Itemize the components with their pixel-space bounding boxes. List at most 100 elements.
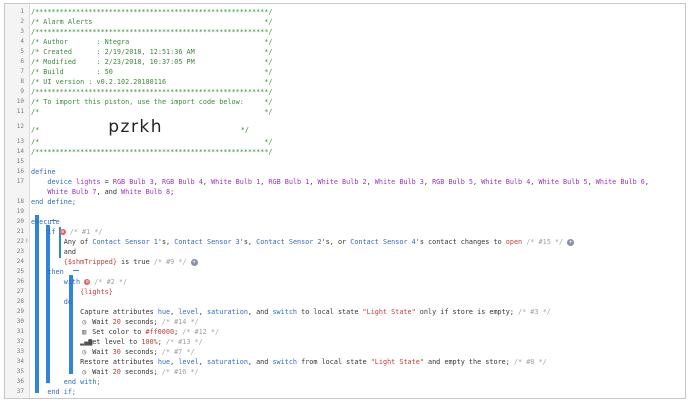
code-token: device (47, 178, 77, 186)
code-token: /* Created : 2/19/2018, 12:51:36 AM */ (31, 48, 273, 56)
line-number: 16 (16, 168, 24, 175)
code-line: {$shmTripped} is true /* #9 */ + (31, 257, 685, 267)
code-token: 's contact changes to (415, 238, 506, 246)
code-token: /***************************************… (31, 148, 273, 156)
code-token: Restore attributes (31, 358, 158, 366)
plus-circle-icon[interactable]: + (567, 238, 575, 246)
code-token: end with; (63, 378, 101, 386)
code-token: , (587, 178, 596, 186)
code-token: saturation (206, 358, 248, 366)
code-token: /* #2 */ (90, 278, 128, 286)
line-number (5, 187, 24, 197)
code-token: 's, (239, 238, 257, 246)
line-number: 22 (16, 238, 24, 245)
code-token: seconds; (120, 368, 158, 376)
code-line: ▥ Set color to #ff0000; /* #12 */ (31, 327, 685, 337)
code-token: /***************************************… (31, 28, 273, 36)
line-number: 12 (16, 123, 24, 130)
code-token: end execute; (31, 398, 80, 399)
code-token: RGB Bulb 4 (161, 178, 203, 186)
code-token: Contact Sensor 4 (350, 238, 416, 246)
line-number: 18 (16, 198, 24, 205)
code-line: define (31, 167, 685, 177)
code-token: /* #14 */ (157, 318, 199, 326)
code-token: switch (272, 308, 298, 316)
code-token: 30 (112, 348, 121, 356)
line-number: 25 (16, 268, 24, 275)
code-token: /* */ (31, 108, 273, 116)
plus-circle-icon[interactable]: + (190, 258, 198, 266)
code-token: 20 (112, 318, 121, 326)
line-number: 14 (16, 148, 24, 155)
line-number: 28 (16, 298, 24, 305)
code-token: /* Modified : 2/23/2018, 10:37:05 PM */ (31, 58, 273, 66)
code-line: device lights = RGB Bulb 3, RGB Bulb 4, … (31, 177, 685, 187)
code-token: level (178, 308, 199, 316)
code-token: end if; (47, 388, 77, 396)
code-line: /***************************************… (31, 147, 685, 157)
code-line: end if; (31, 387, 685, 397)
code-token: RGB Bulb 3 (112, 178, 154, 186)
signal-bars-icon: ▂▄▆ (80, 338, 93, 346)
code-token: with (63, 278, 85, 286)
code-token: /* #1 */ (65, 228, 103, 236)
code-line: end with; (31, 377, 685, 387)
code-line: /* Build : 50 */ (31, 67, 685, 77)
code-token: 's, or (321, 238, 351, 246)
line-number: 33 (16, 348, 24, 355)
line-number: 11 (16, 108, 24, 115)
code-token: , and (96, 188, 122, 196)
code-token: level (178, 358, 199, 366)
palette-icon: ▥ (82, 328, 87, 336)
code-line: /* */ (31, 137, 685, 147)
code-token: #ff0000 (145, 328, 175, 336)
code-token: White Bulb 5 (538, 178, 588, 186)
code-token: Wait (88, 318, 113, 326)
code-token: /* Alarm Alerts */ (31, 18, 273, 26)
code-line: /* UI version : v0.2.102.20180116 */ (31, 77, 685, 87)
line-number: 36 (16, 378, 24, 385)
code-line: /***************************************… (31, 27, 685, 37)
line-number-gutter: 1 2 3 4 5 6 7 8 9 10 11 12 13 14 15 16 17 18 19 20 21 22! 23 24… (5, 4, 30, 398)
line-number: 17 (16, 178, 24, 185)
code-line: Capture attributes hue, level, saturatio… (31, 307, 685, 317)
code-line: /***************************************… (31, 87, 685, 97)
code-token: end define; (31, 198, 77, 206)
code-token: , (530, 178, 539, 186)
code-token: {lights} (80, 288, 113, 296)
line-number: 13 (16, 138, 24, 145)
line-number: 19 (16, 208, 24, 215)
code-token: /* #8 */ (509, 358, 547, 366)
code-line: /* To import this piston, use the import… (31, 97, 685, 107)
code-line: White Bulb 7, and White Bulb 8; (31, 187, 685, 197)
code-token: Any of (31, 238, 93, 246)
code-token: , (644, 178, 649, 186)
code-token: lights (76, 178, 101, 186)
code-token: /***************************************… (31, 8, 273, 16)
code-area: /***************************************… (29, 4, 685, 398)
code-token: , (423, 178, 433, 186)
code-line: /* Created : 2/19/2018, 12:51:36 AM */ (31, 47, 685, 57)
code-token: = (100, 178, 113, 186)
code-token: define (31, 168, 56, 176)
code-token: switch (272, 358, 298, 366)
line-number: 35 (16, 368, 24, 375)
code-token: 's, (157, 238, 175, 246)
code-token: /* To import this piston, use the import… (31, 98, 273, 106)
code-token: Contact Sensor 2 (256, 238, 322, 246)
line-number: 24 (16, 258, 24, 265)
code-token: hue (157, 358, 171, 366)
code-token: hue (157, 308, 171, 316)
code-token: , (153, 178, 162, 186)
code-token: open (505, 238, 523, 246)
code-token: /* Build : 50 */ (31, 68, 273, 76)
